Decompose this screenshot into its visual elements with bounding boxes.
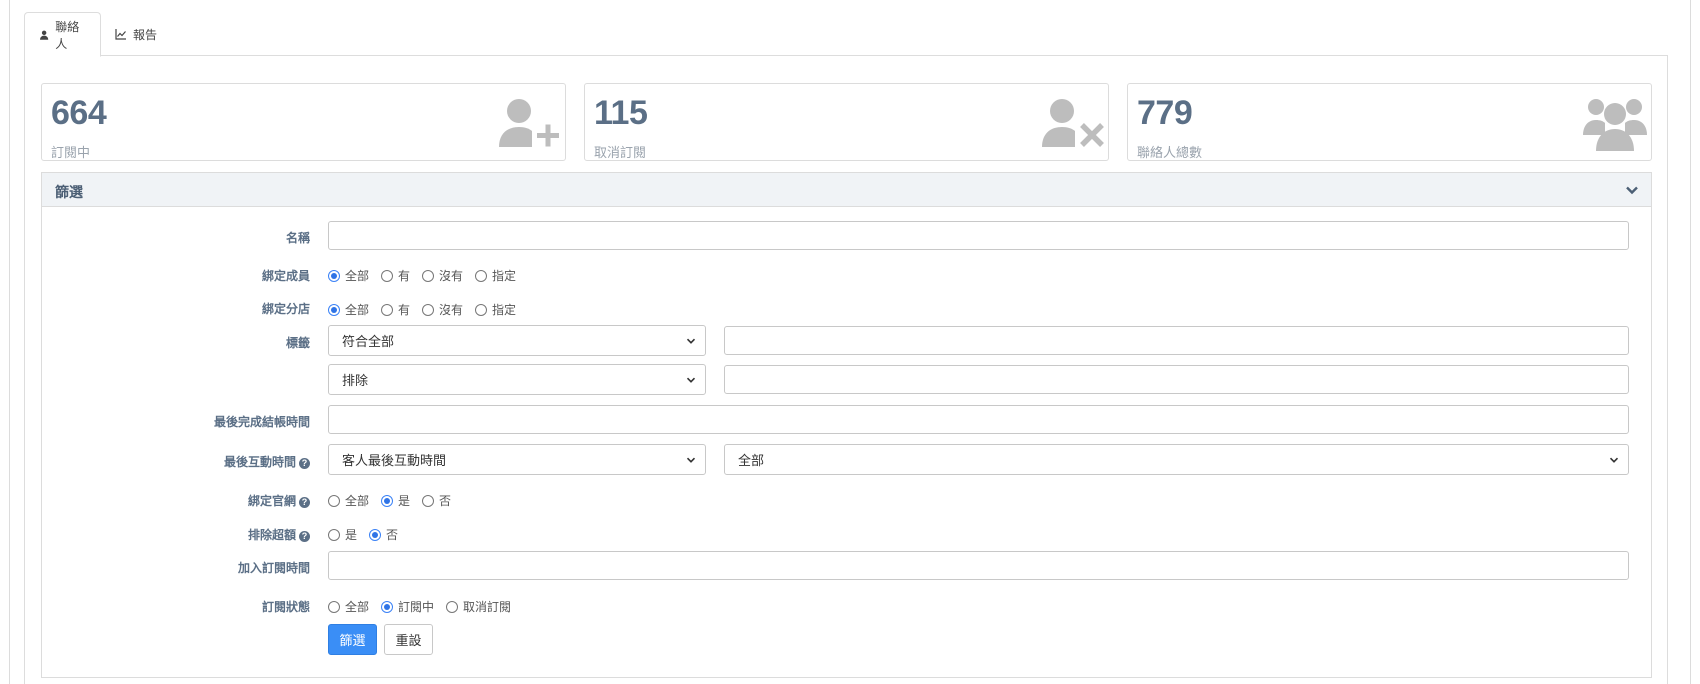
- users-icon: [1583, 99, 1647, 151]
- bind-store-radio-specify[interactable]: 指定: [475, 301, 516, 318]
- help-icon[interactable]: ?: [299, 497, 310, 508]
- exclude-over-label: 排除超額?: [0, 526, 310, 543]
- user-times-icon: [1042, 99, 1104, 147]
- radio-dot[interactable]: [328, 600, 340, 613]
- bind-member-radio-specify[interactable]: 指定: [475, 267, 516, 284]
- radio-dot[interactable]: [381, 269, 394, 282]
- bind-website-label: 綁定官網?: [0, 492, 310, 509]
- tab-report[interactable]: 報告: [101, 12, 171, 56]
- filter-reset-button[interactable]: 重設: [384, 624, 433, 655]
- filter-title: 篩選: [55, 184, 83, 200]
- exclude-over-radio-no[interactable]: 否: [369, 526, 398, 543]
- radio-dot[interactable]: [381, 600, 394, 613]
- filter-submit-button[interactable]: 篩選: [328, 624, 377, 655]
- radio-dot[interactable]: [422, 269, 435, 282]
- sub-status-radio-subscribed[interactable]: 訂閱中: [381, 598, 434, 615]
- name-label: 名稱: [285, 231, 310, 245]
- bind-member-radio-yes[interactable]: 有: [381, 267, 410, 284]
- last-interaction-label: 最後互動時間?: [0, 453, 310, 470]
- bind-website-radios: 全部 是 否: [328, 492, 463, 509]
- line-chart-icon: [115, 29, 126, 40]
- bind-store-radio-yes[interactable]: 有: [381, 301, 410, 318]
- join-time-label: 加入訂閱時間: [237, 561, 310, 575]
- bind-member-radios: 全部 有 沒有 指定: [328, 267, 528, 284]
- bind-website-radio-all[interactable]: 全部: [328, 492, 369, 509]
- radio-dot[interactable]: [328, 528, 340, 541]
- bind-website-radio-no[interactable]: 否: [422, 492, 451, 509]
- chevron-down-icon: [686, 377, 696, 383]
- radio-dot[interactable]: [446, 600, 459, 613]
- tags-match-input[interactable]: [724, 326, 1629, 355]
- chevron-down-icon: [1609, 457, 1619, 463]
- exclude-over-radio-yes[interactable]: 是: [328, 526, 357, 543]
- tags-exclude-input[interactable]: [724, 365, 1629, 394]
- stat-card-unsubscribed: 115 取消訂閱: [584, 83, 1109, 161]
- join-time-input[interactable]: [328, 551, 1629, 580]
- stat-label: 聯絡人總數: [1137, 145, 1203, 160]
- last-interaction-range-select[interactable]: 全部: [724, 444, 1629, 475]
- last-checkout-label: 最後完成結帳時間: [213, 415, 310, 429]
- sub-status-radio-all[interactable]: 全部: [328, 598, 369, 615]
- stat-label: 訂閱中: [51, 145, 91, 160]
- sub-status-radios: 全部 訂閱中 取消訂閱: [328, 598, 523, 615]
- radio-dot[interactable]: [475, 269, 488, 282]
- radio-dot[interactable]: [328, 303, 340, 316]
- tags-label: 標籤: [285, 336, 310, 350]
- bind-member-radio-no[interactable]: 沒有: [422, 267, 463, 284]
- radio-dot[interactable]: [422, 303, 435, 316]
- filter-panel-header[interactable]: 篩選: [42, 173, 1651, 207]
- user-plus-icon: [499, 99, 559, 147]
- radio-dot[interactable]: [381, 303, 394, 316]
- radio-dot[interactable]: [328, 269, 340, 282]
- chevron-down-icon[interactable]: [1625, 183, 1639, 197]
- bind-store-label: 綁定分店: [261, 302, 310, 316]
- tab-label: 報告: [133, 27, 158, 42]
- stat-value: 779: [1137, 94, 1193, 132]
- help-icon[interactable]: ?: [299, 531, 310, 542]
- sub-status-label: 訂閱狀態: [261, 600, 310, 614]
- help-icon[interactable]: ?: [299, 458, 310, 469]
- tags-exclude-select[interactable]: 排除: [328, 364, 706, 395]
- radio-dot[interactable]: [475, 303, 488, 316]
- chevron-down-icon: [686, 457, 696, 463]
- user-icon: [40, 30, 49, 40]
- radio-dot[interactable]: [369, 528, 382, 541]
- bind-member-label: 綁定成員: [261, 269, 310, 283]
- last-interaction-type-select[interactable]: 客人最後互動時間: [328, 444, 706, 475]
- stat-card-total: 779 聯絡人總數: [1127, 83, 1652, 161]
- last-checkout-input[interactable]: [328, 405, 1629, 434]
- sub-status-radio-unsubscribed[interactable]: 取消訂閱: [446, 598, 511, 615]
- chevron-down-icon: [686, 338, 696, 344]
- bind-store-radios: 全部 有 沒有 指定: [328, 301, 528, 318]
- bind-website-radio-yes[interactable]: 是: [381, 492, 410, 509]
- tab-bar: 聯絡人 報告: [24, 12, 1668, 57]
- tab-label: 聯絡人: [55, 19, 80, 51]
- bind-store-radio-no[interactable]: 沒有: [422, 301, 463, 318]
- stat-label: 取消訂閱: [594, 145, 647, 160]
- exclude-over-radios: 是 否: [328, 526, 410, 543]
- name-input[interactable]: [328, 221, 1629, 250]
- stat-value: 115: [594, 94, 648, 132]
- bind-member-radio-all[interactable]: 全部: [328, 267, 369, 284]
- bind-store-radio-all[interactable]: 全部: [328, 301, 369, 318]
- stat-card-subscribed: 664 訂閱中: [41, 83, 566, 161]
- tags-match-select[interactable]: 符合全部: [328, 325, 706, 356]
- radio-dot[interactable]: [381, 494, 394, 507]
- tab-contacts[interactable]: 聯絡人: [24, 12, 101, 57]
- radio-dot[interactable]: [422, 494, 435, 507]
- radio-dot[interactable]: [328, 494, 340, 507]
- stat-value: 664: [51, 94, 107, 132]
